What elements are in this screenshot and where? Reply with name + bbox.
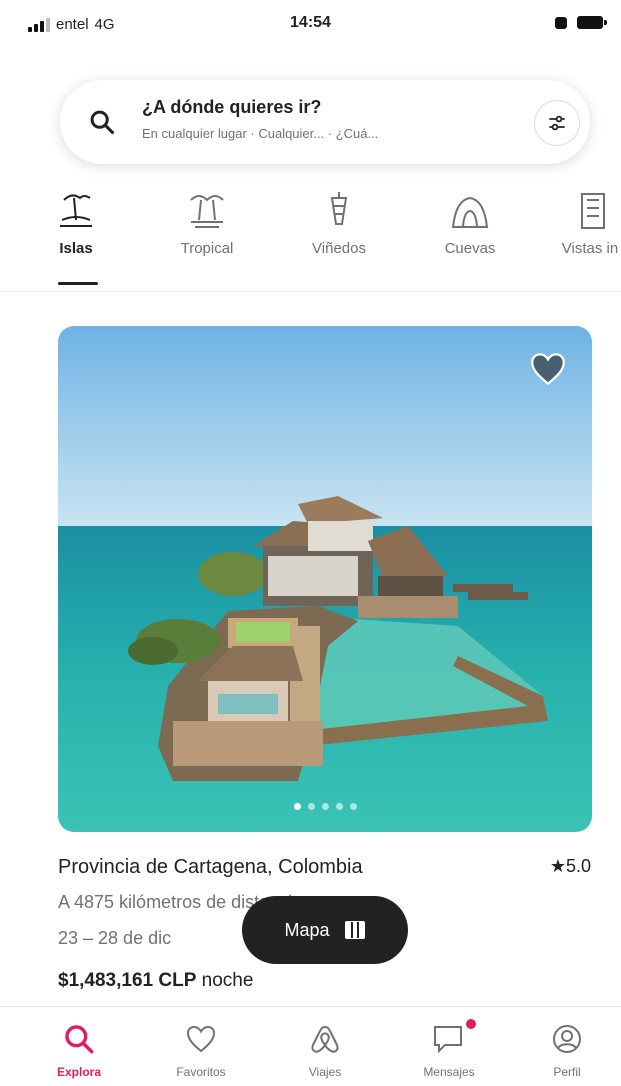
nav-label: Perfil [553, 1065, 581, 1079]
palm-trees-icon [190, 195, 224, 228]
pagination-dot[interactable] [349, 803, 357, 810]
search-icon [65, 1025, 94, 1054]
nav-favoritos[interactable]: Favoritos [146, 1019, 256, 1079]
photo-pagination [58, 803, 592, 810]
nav-label: Explora [56, 1065, 101, 1079]
island-icon [60, 194, 92, 227]
listing-photo[interactable] [58, 326, 592, 832]
nav-label: Mensajes [423, 1065, 475, 1079]
listing-dates: 23 – 28 de dic [58, 928, 172, 948]
building-icon [581, 193, 605, 229]
island-house-photo [58, 326, 592, 832]
status-bar: entel 4G 14:54 [0, 0, 621, 52]
search-icon [90, 110, 115, 135]
nav-viajes[interactable]: Viajes [270, 1019, 380, 1079]
heart-icon[interactable] [530, 352, 566, 386]
search-subtitle: En cualquier lugar · Cualquier... · ¿Cuá… [142, 126, 379, 141]
category-tab-cuevas[interactable]: Cuevas [420, 188, 520, 257]
rating-value: 5.0 [565, 856, 591, 876]
price-amount: $1,483,161 CLP [58, 970, 197, 991]
unread-badge [466, 1019, 476, 1029]
filters-button[interactable] [534, 100, 580, 146]
map-icon [344, 921, 365, 939]
category-tab-vistas[interactable]: Vistas in [540, 188, 621, 257]
category-tab-islas[interactable]: Islas [26, 188, 126, 257]
grapes-icon [330, 192, 348, 225]
pagination-dot[interactable] [321, 803, 329, 810]
pagination-dot[interactable] [335, 803, 343, 810]
search-title: ¿A dónde quieres ir? [142, 97, 322, 117]
category-label: Viñedos [312, 240, 366, 257]
pagination-dot[interactable] [293, 803, 301, 810]
star-icon: ★ [549, 856, 566, 876]
bottom-nav: Explora Favoritos Viajes Mensajes Perfil [0, 1006, 621, 1086]
sliders-icon [549, 115, 565, 131]
category-bar: Islas Tropical Viñedos Cuevas Vistas in [0, 188, 621, 292]
category-label: Tropical [180, 240, 234, 257]
nav-label: Favoritos [176, 1065, 226, 1079]
category-tab-tropical[interactable]: Tropical [157, 188, 257, 257]
map-button-label: Mapa [284, 919, 330, 940]
nav-mensajes[interactable]: Mensajes [394, 1019, 504, 1079]
airbnb-logo-icon [311, 1026, 339, 1053]
category-label: Cuevas [444, 240, 496, 257]
category-tab-vinedos[interactable]: Viñedos [289, 188, 389, 257]
pagination-dot[interactable] [307, 803, 315, 810]
price-suffix: noche [201, 970, 254, 991]
battery-icon [577, 16, 607, 29]
cave-icon [451, 196, 489, 228]
nav-explora[interactable]: Explora [24, 1019, 134, 1079]
listing-title[interactable]: Provincia de Cartagena, Colombia [58, 856, 363, 879]
listing-rating: ★5.0 [550, 856, 591, 877]
nav-perfil[interactable]: Perfil [512, 1019, 621, 1079]
clock: 14:54 [290, 14, 331, 31]
nav-label: Viajes [308, 1065, 342, 1079]
active-tab-indicator [58, 282, 98, 285]
listing-price: $1,483,161 CLP noche [58, 970, 253, 992]
heart-icon [186, 1025, 216, 1053]
message-icon [434, 1026, 462, 1054]
map-button[interactable]: Mapa [242, 896, 408, 964]
profile-icon [553, 1025, 581, 1053]
search-bar[interactable]: ¿A dónde quieres ir? En cualquier lugar … [60, 80, 590, 164]
alarm-icon [555, 16, 567, 29]
category-label: Islas [59, 240, 93, 257]
category-label: Vistas in [561, 240, 619, 257]
